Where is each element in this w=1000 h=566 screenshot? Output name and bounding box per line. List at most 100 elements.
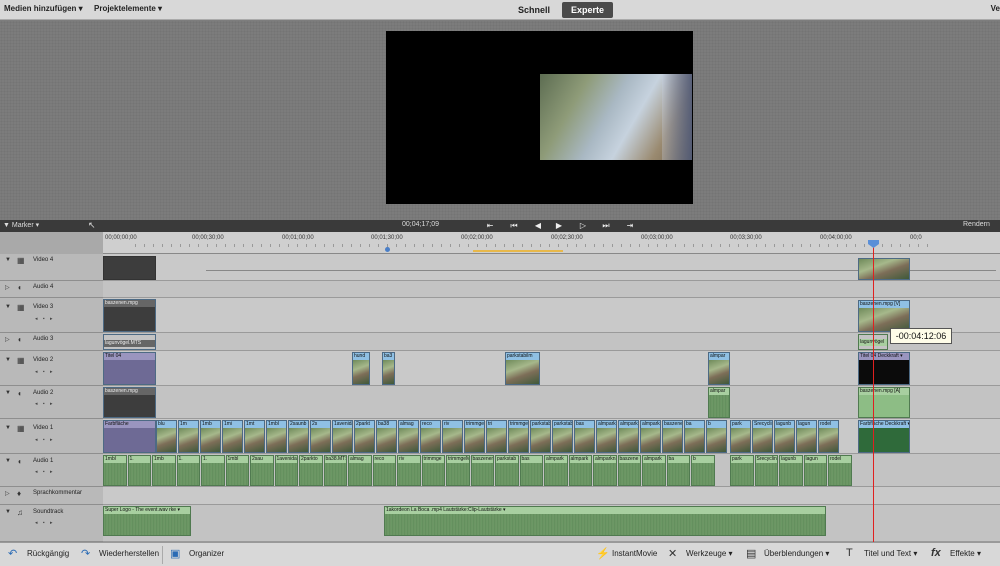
- audio1-clip[interactable]: almpark: [642, 455, 666, 486]
- audio1-clip[interactable]: ba: [666, 455, 690, 486]
- expert-mode-tab[interactable]: Experte: [562, 2, 614, 18]
- expand-icon[interactable]: ▼: [5, 425, 11, 431]
- marker-menu[interactable]: ▼ Marker ▾: [3, 221, 39, 229]
- video1-clip[interactable]: park: [730, 420, 751, 453]
- video1-clip[interactable]: 1mi: [222, 420, 243, 453]
- audio1-clip[interactable]: almpark: [568, 455, 592, 486]
- video1-clip[interactable]: ba38: [376, 420, 397, 453]
- redo-icon[interactable]: ↷: [81, 547, 90, 560]
- video1-clip[interactable]: almpark: [618, 420, 639, 453]
- audio1-clip[interactable]: park: [730, 455, 754, 486]
- expand-icon[interactable]: ▼: [5, 458, 11, 464]
- track-video1[interactable]: Farbfläche blu 1m 1mb 1mi 1mt 1mbl 2saunb 2s 1av…: [103, 419, 1000, 454]
- video1-clip[interactable]: b: [706, 420, 727, 453]
- undo-button[interactable]: Rückgängig: [27, 549, 69, 558]
- expand-icon[interactable]: ▼: [5, 390, 11, 396]
- audio1-clip[interactable]: bas: [519, 455, 543, 486]
- audio1-clip[interactable]: trimmgeM: [446, 455, 470, 486]
- track-video2[interactable]: Titel 04 hund ba3 parkstabilm almpar Tit…: [103, 351, 1000, 386]
- video1-clip[interactable]: reco: [420, 420, 441, 453]
- video-preview[interactable]: [386, 31, 693, 204]
- video1-clip[interactable]: ba: [684, 420, 705, 453]
- transitions-icon[interactable]: ▤: [746, 547, 756, 560]
- video1-clip[interactable]: almag: [398, 420, 419, 453]
- track-video3[interactable]: baszenen.mpg baszenen.mpg [V]: [103, 298, 1000, 333]
- transitions-button[interactable]: Überblendungen ▾: [764, 549, 829, 558]
- audio1-clip[interactable]: trimmge: [421, 455, 445, 486]
- video1-clip[interactable]: blu: [156, 420, 177, 453]
- track-controls[interactable]: ◂ ▪ ▸: [35, 316, 55, 322]
- expand-icon[interactable]: ▷: [5, 336, 10, 343]
- video1-clip[interactable]: 1mbl: [266, 420, 287, 453]
- video1-clip[interactable]: rodel: [818, 420, 839, 453]
- step-forward-frame-button[interactable]: ▷: [577, 220, 589, 232]
- instant-movie-button[interactable]: InstantMovie: [612, 549, 657, 558]
- video1-clip[interactable]: 1mt: [244, 420, 265, 453]
- track-controls[interactable]: ◂ ▪ ▸: [35, 437, 55, 443]
- effects-button[interactable]: Effekte ▾: [950, 549, 981, 558]
- video1-color-matte-clip[interactable]: Farbfläche: [103, 420, 156, 453]
- video1-clip[interactable]: 2parkt: [354, 420, 375, 453]
- video1-clip[interactable]: 2saunb: [288, 420, 309, 453]
- audio1-clip[interactable]: ba38.MTS: [323, 455, 347, 486]
- redo-button[interactable]: Wiederherstellen: [99, 549, 159, 558]
- audio1-clip[interactable]: almag: [348, 455, 372, 486]
- video2-hund-clip[interactable]: hund: [352, 352, 370, 385]
- video1-clip[interactable]: trimmge: [464, 420, 485, 453]
- audio1-clip[interactable]: almpark: [544, 455, 568, 486]
- video4-end-clip[interactable]: [858, 258, 910, 280]
- titles-button[interactable]: Titel und Text ▾: [864, 549, 917, 558]
- track-audio3[interactable]: lagunvögel.MTS lagunvögel: [103, 333, 1000, 351]
- audio2-end-clip[interactable]: baszenen.mpg [A]: [858, 387, 910, 418]
- instant-movie-icon[interactable]: ⚡: [596, 547, 610, 560]
- audio1-clip[interactable]: almparknah: [593, 455, 617, 486]
- expand-icon[interactable]: ▼: [5, 357, 11, 363]
- video1-clip[interactable]: trimmge: [508, 420, 529, 453]
- video1-clip[interactable]: 2s: [310, 420, 331, 453]
- video1-clip[interactable]: bas: [574, 420, 595, 453]
- video1-clip[interactable]: almpark2: [596, 420, 617, 453]
- track-controls[interactable]: ◂ ▪ ▸: [35, 369, 55, 375]
- video1-clip[interactable]: lagunb: [774, 420, 795, 453]
- organizer-button[interactable]: Organizer: [189, 549, 224, 558]
- audio1-clip[interactable]: riv: [397, 455, 421, 486]
- titles-icon[interactable]: T: [846, 547, 853, 559]
- video1-clip[interactable]: lagun: [796, 420, 817, 453]
- tools-button[interactable]: Werkzeuge ▾: [686, 549, 733, 558]
- render-button[interactable]: Rendern: [963, 221, 990, 228]
- track-audio1[interactable]: 1mbl 1. 1mb 1. 1. 1mbl 2sau 1avenida 2parkto ba38…: [103, 454, 1000, 487]
- step-back-clip-button[interactable]: ⏮: [508, 220, 520, 232]
- audio1-clip[interactable]: 1mb: [152, 455, 176, 486]
- effects-icon[interactable]: fx: [931, 547, 941, 559]
- audio1-clip[interactable]: 1mbl: [225, 455, 249, 486]
- video1-clip[interactable]: riv: [442, 420, 463, 453]
- soundtrack-clip-1[interactable]: Super Logo - The event.wav rke ▾: [103, 506, 191, 536]
- expand-icon[interactable]: ▷: [5, 284, 10, 291]
- expand-icon[interactable]: ▷: [5, 490, 10, 497]
- audio1-clip[interactable]: lagunb: [779, 455, 803, 486]
- track-narration[interactable]: [103, 487, 1000, 505]
- expand-icon[interactable]: ▼: [5, 304, 11, 310]
- tools-icon[interactable]: ✕: [668, 547, 677, 560]
- quick-mode-tab[interactable]: Schnell: [509, 2, 559, 18]
- video1-clip[interactable]: parkstab: [552, 420, 573, 453]
- audio1-clip[interactable]: 1.: [176, 455, 200, 486]
- audio1-clip[interactable]: 1avenida: [274, 455, 298, 486]
- expand-icon[interactable]: ▼: [5, 257, 11, 263]
- audio1-clip[interactable]: b: [691, 455, 715, 486]
- play-button[interactable]: ▶: [553, 220, 565, 232]
- video1-clip[interactable]: 1m: [178, 420, 199, 453]
- audio1-clip[interactable]: lagun: [803, 455, 827, 486]
- audio2-start-clip[interactable]: baszenen.mpg: [103, 387, 156, 418]
- video1-clip[interactable]: 1mb: [200, 420, 221, 453]
- audio1-clip[interactable]: 2parkto: [299, 455, 323, 486]
- step-back-frame-button[interactable]: ◀: [532, 220, 544, 232]
- track-video4[interactable]: [103, 254, 1000, 281]
- track-controls[interactable]: ◂ ▪ ▸: [35, 469, 55, 475]
- video1-clip[interactable]: 1avenida2.MTS: [332, 420, 353, 453]
- video1-clip[interactable]: baszene: [662, 420, 683, 453]
- audio1-clip[interactable]: Srecyclin: [754, 455, 778, 486]
- audio1-clip[interactable]: rodel: [828, 455, 852, 486]
- add-media-menu[interactable]: Medien hinzufügen ▾: [4, 4, 83, 13]
- track-audio2[interactable]: baszenen.mpg almpar baszenen.mpg [A]: [103, 386, 1000, 419]
